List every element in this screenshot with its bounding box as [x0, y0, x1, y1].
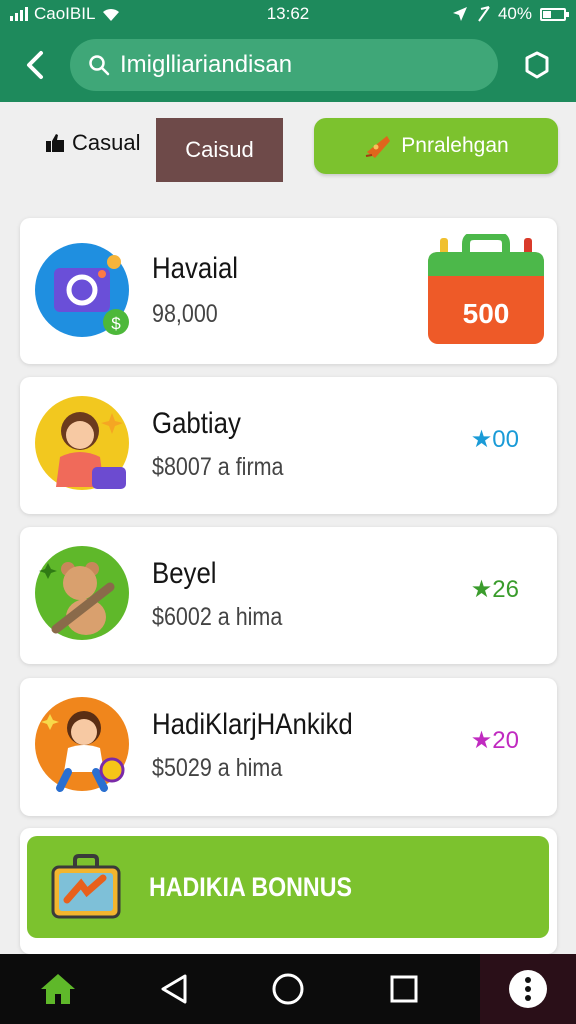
briefcase-icon [51, 854, 121, 919]
app-bar: Imiglliariandisan [0, 28, 576, 102]
status-time: 13:62 [266, 4, 310, 23]
list-item[interactable]: HadiKlarjHAnkikd $5029 a hima ★20 [20, 678, 557, 816]
search-input[interactable]: Imiglliariandisan [70, 39, 498, 91]
list-item[interactable]: Beyel $6002 a hima ★26 [20, 527, 557, 664]
wifi-icon [103, 8, 120, 21]
thumbs-up-icon [46, 134, 64, 152]
girl-avatar-icon [35, 396, 129, 490]
carrier-label: CaoIBIL [34, 4, 96, 23]
card-subtitle: $8007 a firma [152, 453, 284, 481]
promo-label: Pnralehgan [401, 134, 509, 157]
boy-avatar-icon [35, 697, 129, 792]
home-tab-button[interactable] [30, 954, 86, 1024]
card-subtitle: $5029 a hima [152, 754, 283, 782]
shopping-bag-badge[interactable]: 500 [428, 234, 544, 346]
nav-recents-button[interactable] [376, 954, 432, 1024]
nav-back-icon [161, 974, 187, 1004]
more-button[interactable] [480, 954, 576, 1024]
card-title: Gabtiay [152, 407, 241, 440]
more-icon [509, 970, 547, 1008]
battery-percent: 40% [497, 4, 532, 23]
casual-filter-label: Casual [72, 130, 141, 155]
status-bar: CaoIBIL 13:62 40% [0, 0, 576, 28]
promo-button[interactable]: Pnralehgan [314, 118, 558, 174]
camera-app-icon: $ [35, 243, 129, 337]
list-item[interactable]: $ Havaial 98,000 500 [20, 218, 557, 364]
card-title: Beyel [152, 557, 217, 590]
home-icon [41, 974, 75, 1004]
nav-home-button[interactable] [260, 954, 316, 1024]
card-subtitle: 98,000 [152, 300, 218, 328]
rating-badge: ★20 [470, 727, 519, 754]
bonus-label: HADIKIA BONNUS [149, 871, 352, 902]
bear-avatar-icon [35, 546, 129, 640]
nav-recents-icon [390, 975, 418, 1003]
location-icon [452, 7, 467, 21]
settings-icon [525, 51, 549, 79]
search-text: Imiglliariandisan [120, 51, 293, 78]
card-title: Havaial [152, 252, 239, 285]
selected-filter-label: Caisud [185, 137, 254, 162]
location-icon [478, 6, 490, 22]
search-icon [89, 55, 110, 76]
bonus-button[interactable]: HADIKIA BONNUS [27, 836, 549, 938]
settings-button[interactable] [498, 28, 576, 102]
rating-badge: ★26 [470, 576, 519, 603]
nav-back-button[interactable] [146, 954, 202, 1024]
navigation-bar [0, 954, 576, 1024]
svg-text:$: $ [111, 314, 121, 333]
selected-filter[interactable]: Caisud [156, 118, 283, 182]
back-button[interactable] [0, 28, 70, 102]
battery-icon [540, 7, 569, 21]
filter-row: Casual Caisud Pnralehgan [0, 116, 576, 182]
promo-icon [366, 136, 391, 158]
list-item[interactable]: Gabtiay $8007 a firma ★00 [20, 377, 557, 514]
card-title: HadiKlarjHAnkikd [152, 708, 353, 741]
badge-value: 500 [462, 298, 510, 329]
rating-badge: ★00 [470, 426, 519, 453]
signal-icon [10, 7, 28, 21]
card-subtitle: $6002 a hima [152, 603, 283, 631]
casual-filter[interactable]: Casual [44, 130, 140, 156]
nav-home-icon [272, 973, 304, 1005]
back-arrow-icon [27, 51, 43, 79]
